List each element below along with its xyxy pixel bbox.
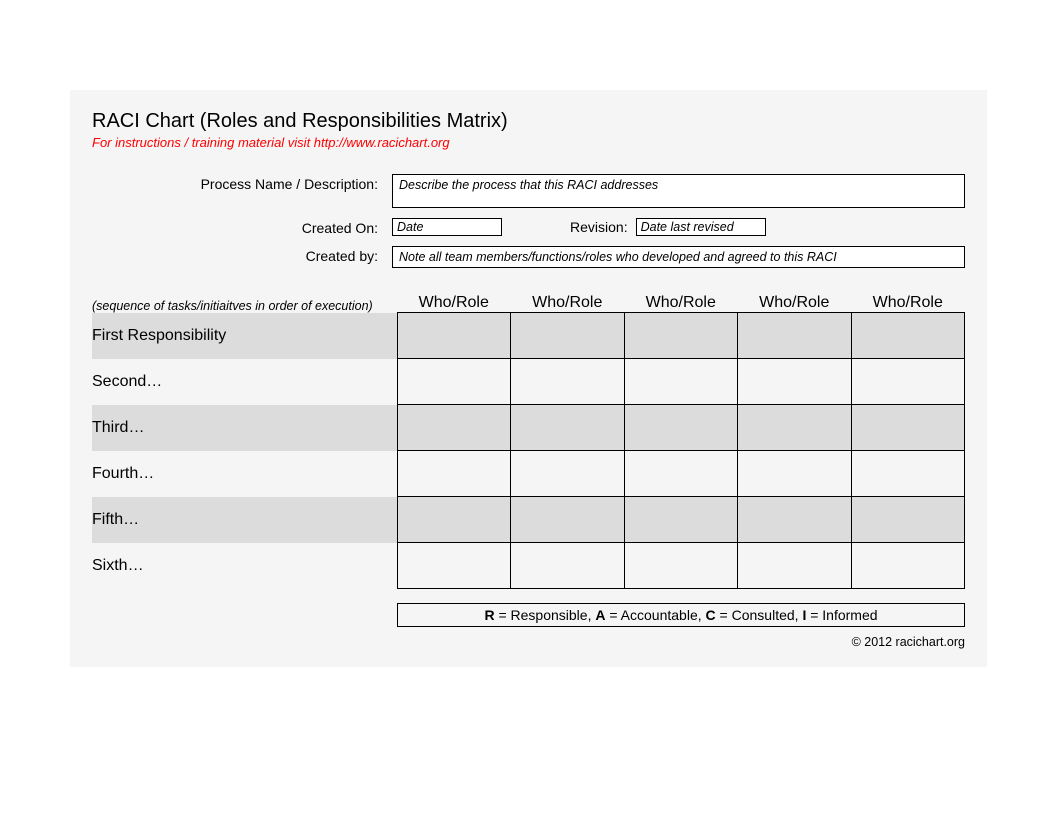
created-on-label: Created On: (92, 218, 392, 236)
raci-cell[interactable] (624, 451, 738, 497)
role-header[interactable]: Who/Role (397, 294, 511, 313)
legend-a-code: A (595, 607, 605, 623)
raci-sheet: RACI Chart (Roles and Responsibilities M… (70, 90, 987, 667)
role-header[interactable]: Who/Role (738, 294, 852, 313)
raci-matrix: (sequence of tasks/initiaitves in order … (92, 294, 965, 589)
raci-cell[interactable] (511, 543, 625, 589)
raci-cell[interactable] (511, 359, 625, 405)
raci-cell[interactable] (624, 359, 738, 405)
raci-cell[interactable] (511, 405, 625, 451)
raci-cell[interactable] (851, 359, 965, 405)
raci-cell[interactable] (738, 359, 852, 405)
raci-cell[interactable] (738, 451, 852, 497)
raci-cell[interactable] (397, 313, 511, 359)
raci-cell[interactable] (511, 451, 625, 497)
raci-cell[interactable] (851, 497, 965, 543)
raci-cell[interactable] (851, 451, 965, 497)
created-by-label: Created by: (92, 246, 392, 264)
legend-r-code: R (484, 607, 494, 623)
task-label[interactable]: Third… (92, 405, 397, 451)
legend-c-text: = Consulted, (716, 607, 803, 623)
raci-cell[interactable] (738, 405, 852, 451)
legend-a-text: = Accountable, (606, 607, 706, 623)
raci-cell[interactable] (851, 313, 965, 359)
legend-c-code: C (706, 607, 716, 623)
raci-cell[interactable] (738, 497, 852, 543)
raci-cell[interactable] (624, 497, 738, 543)
raci-cell[interactable] (397, 359, 511, 405)
raci-cell[interactable] (851, 543, 965, 589)
raci-cell[interactable] (511, 497, 625, 543)
created-on-field[interactable]: Date (392, 218, 502, 236)
raci-cell[interactable] (397, 497, 511, 543)
legend-r-text: = Responsible, (495, 607, 596, 623)
instructions-link-text: For instructions / training material vis… (92, 135, 965, 150)
legend-i-text: = Informed (806, 607, 877, 623)
raci-legend: R = Responsible, A = Accountable, C = Co… (397, 603, 965, 627)
revision-field[interactable]: Date last revised (636, 218, 766, 236)
raci-cell[interactable] (624, 543, 738, 589)
role-header[interactable]: Who/Role (851, 294, 965, 313)
footer-copyright: © 2012 racichart.org (92, 635, 965, 649)
task-label[interactable]: Sixth… (92, 543, 397, 589)
raci-cell[interactable] (624, 313, 738, 359)
raci-cell[interactable] (511, 313, 625, 359)
page-title: RACI Chart (Roles and Responsibilities M… (92, 110, 965, 133)
task-label[interactable]: Fourth… (92, 451, 397, 497)
task-label[interactable]: Fifth… (92, 497, 397, 543)
role-header[interactable]: Who/Role (624, 294, 738, 313)
raci-cell[interactable] (397, 543, 511, 589)
raci-cell[interactable] (397, 451, 511, 497)
process-name-label: Process Name / Description: (92, 174, 392, 192)
sequence-note: (sequence of tasks/initiaitves in order … (92, 294, 397, 313)
task-label[interactable]: First Responsibility (92, 313, 397, 359)
raci-cell[interactable] (738, 543, 852, 589)
raci-cell[interactable] (738, 313, 852, 359)
role-header[interactable]: Who/Role (511, 294, 625, 313)
raci-cell[interactable] (397, 405, 511, 451)
process-name-field[interactable]: Describe the process that this RACI addr… (392, 174, 965, 208)
raci-cell[interactable] (624, 405, 738, 451)
revision-label: Revision: (570, 219, 628, 235)
task-label[interactable]: Second… (92, 359, 397, 405)
raci-cell[interactable] (851, 405, 965, 451)
meta-block: Process Name / Description: Describe the… (92, 174, 965, 268)
created-by-field[interactable]: Note all team members/functions/roles wh… (392, 246, 965, 268)
